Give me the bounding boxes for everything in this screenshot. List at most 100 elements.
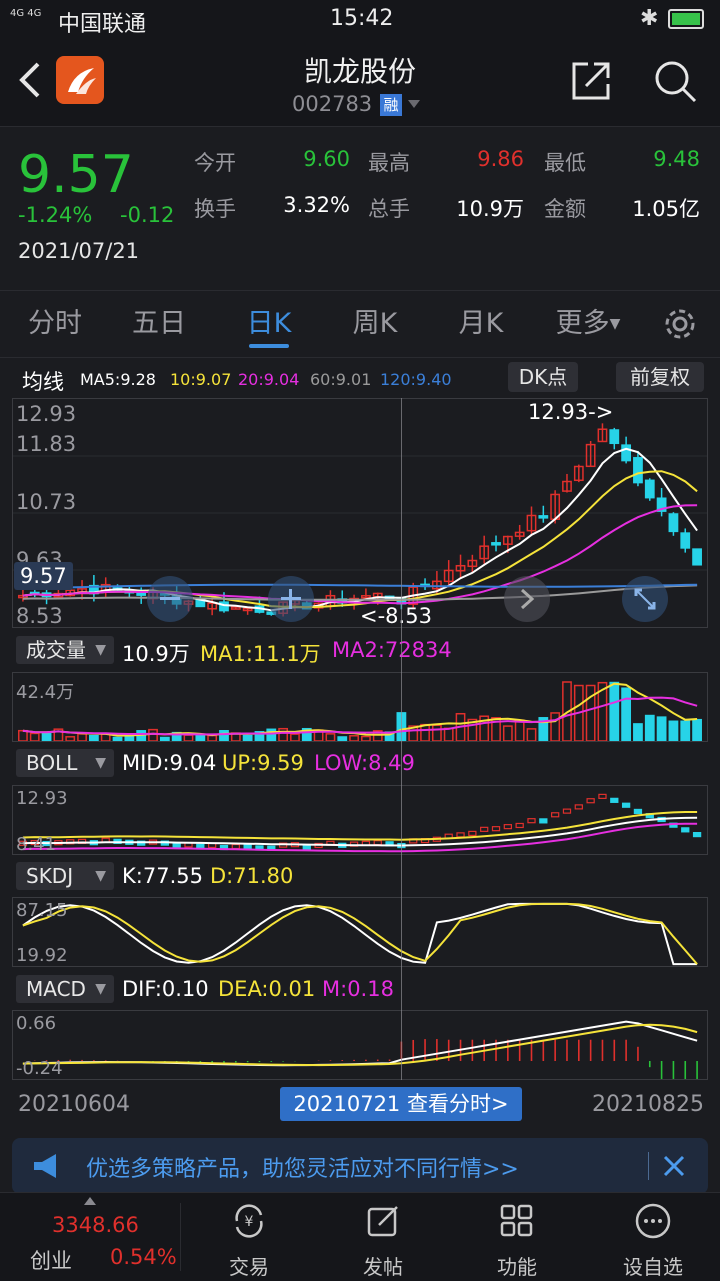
nav-functions[interactable]: 功能: [452, 1193, 582, 1281]
date-end: 20210825: [592, 1092, 704, 1117]
boll-up-line: [22, 811, 698, 841]
boll-candle: [598, 793, 607, 799]
volume-bar: [242, 734, 253, 741]
volume-ma1: MA1:11.1万: [200, 642, 321, 666]
tab-weekly-k[interactable]: 周K: [330, 291, 420, 357]
volume-bar: [633, 723, 643, 741]
volume-ma2-line: [22, 696, 698, 736]
zoom-in-button[interactable]: [268, 576, 314, 622]
close-icon[interactable]: [662, 1154, 686, 1178]
volume-bar: [349, 735, 359, 741]
crosshair-line: [401, 398, 402, 1080]
macd-axis-label: -0.24: [16, 1058, 63, 1079]
volume-bar: [18, 729, 28, 741]
nav-add-watchlist[interactable]: 设自选: [588, 1193, 718, 1281]
candle-body: [491, 542, 501, 546]
volume-bar: [680, 720, 691, 741]
bottom-nav: 3348.66 创业 0.54% ¥ 交易 发帖 功能 设自选: [0, 1192, 720, 1281]
current-price-tag: 9.57: [14, 562, 73, 590]
volume-bar: [585, 684, 596, 741]
boll-candle: [231, 843, 240, 850]
volume-axis-label: 42.4万: [16, 682, 75, 703]
tab-more[interactable]: 更多▼: [548, 291, 628, 357]
index-value: 3348.66: [52, 1213, 139, 1237]
boll-mid: MID:9.04: [122, 751, 217, 775]
boll-candle: [515, 822, 524, 829]
index-change: 0.54%: [110, 1245, 177, 1269]
view-intraday-button[interactable]: 20210721 查看分时>: [280, 1087, 522, 1121]
nav-add-watchlist-label: 设自选: [623, 1255, 683, 1279]
adjust-button[interactable]: 前复权: [616, 362, 704, 392]
volume-bar: [183, 734, 194, 741]
stat-label: 今开: [194, 151, 236, 175]
ma20-value: 20:9.04: [238, 370, 300, 389]
macd-select-label: MACD: [26, 977, 86, 1001]
zoom-out-button[interactable]: [147, 576, 193, 622]
tab-intraday[interactable]: 分时: [10, 291, 100, 357]
high-price-marker: 12.93->: [528, 400, 614, 424]
boll-candle: [633, 808, 643, 815]
more-dots-icon: [635, 1203, 671, 1239]
fullscreen-button[interactable]: [622, 576, 668, 622]
grid-icon: [500, 1204, 533, 1237]
volume-bar: [668, 720, 679, 741]
search-icon[interactable]: [652, 58, 698, 104]
skdj-d-line: [22, 902, 698, 965]
skdj-chart: [22, 902, 698, 966]
stat-amount: 1.05亿: [632, 197, 700, 221]
caret-down-icon: ▼: [95, 755, 106, 771]
promo-banner[interactable]: 优选多策略产品，助您灵活应对不同行情>>: [12, 1138, 708, 1194]
volume-bar: [361, 735, 371, 741]
volume-panel[interactable]: [12, 672, 708, 742]
ma-label: 均线: [22, 370, 64, 394]
macd-indicator-select[interactable]: MACD ▼: [16, 975, 114, 1003]
gear-icon[interactable]: [662, 306, 698, 342]
volume-bar: [644, 714, 655, 741]
chevron-down-icon[interactable]: [406, 98, 422, 110]
volume-bar: [290, 733, 300, 741]
candle-body: [538, 515, 549, 519]
candle-body: [644, 479, 655, 499]
caret-down-icon: ▼: [95, 868, 106, 884]
volume-bar: [159, 736, 170, 741]
boll-candle: [243, 844, 252, 850]
stat-label: 最高: [368, 151, 410, 175]
price-axis-label: 9.63: [16, 548, 63, 562]
svg-text:¥: ¥: [245, 1214, 254, 1230]
date-start: 20210604: [18, 1092, 130, 1117]
boll-indicator-select[interactable]: BOLL ▼: [16, 749, 114, 777]
volume-bar: [514, 719, 525, 741]
nav-post[interactable]: 发帖: [318, 1193, 448, 1281]
tab-monthly-k[interactable]: 月K: [436, 291, 526, 357]
volume-indicator-select[interactable]: 成交量 ▼: [16, 636, 114, 664]
volume-bar: [41, 731, 52, 741]
change-amount: -0.12: [120, 203, 175, 227]
macd-axis-label: 0.66: [16, 1013, 57, 1034]
volume-bar: [65, 736, 76, 741]
ma10-value: 10:9.07: [170, 370, 232, 389]
dk-point-button[interactable]: DK点: [508, 362, 578, 392]
ma5-value: MA5:9.28: [80, 370, 156, 389]
candle-body: [633, 457, 643, 484]
skdj-panel[interactable]: [12, 897, 708, 967]
volume-value: 10.9万: [122, 642, 190, 666]
expand-icon: [634, 588, 656, 610]
skdj-k-line: [22, 902, 698, 966]
tab-five-day[interactable]: 五日: [114, 291, 204, 357]
macd-panel[interactable]: [12, 1010, 708, 1080]
nav-trade[interactable]: ¥ 交易: [184, 1193, 314, 1281]
minus-icon: [160, 597, 180, 600]
candle-body: [621, 444, 632, 462]
stat-label: 总手: [368, 197, 410, 221]
index-name: 创业: [30, 1249, 72, 1273]
share-icon[interactable]: [570, 58, 614, 102]
quote-date: 2021/07/21: [18, 239, 140, 263]
index-ticker[interactable]: 3348.66 创业 0.54%: [0, 1193, 180, 1281]
skdj-k: K:77.55: [122, 864, 203, 888]
scroll-right-button[interactable]: [504, 576, 550, 622]
clock: 15:42: [330, 6, 394, 31]
kline-panel[interactable]: [12, 398, 708, 628]
boll-panel[interactable]: [12, 785, 708, 855]
volume-bar: [621, 687, 632, 741]
skdj-indicator-select[interactable]: SKDJ ▼: [16, 862, 114, 890]
